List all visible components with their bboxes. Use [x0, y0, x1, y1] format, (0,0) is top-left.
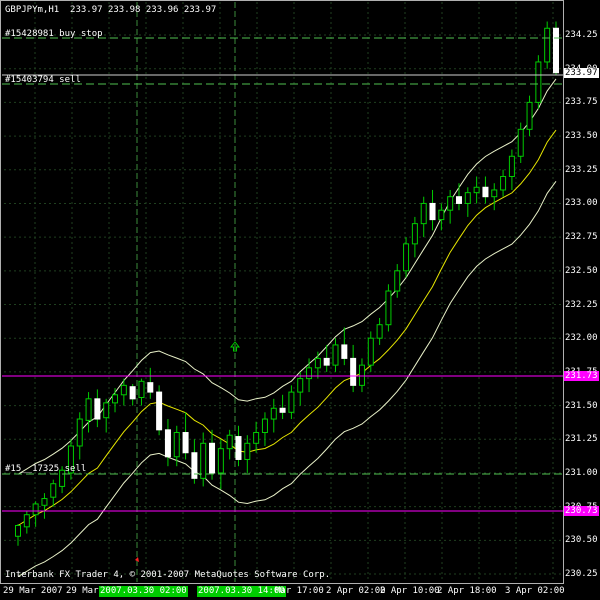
- price-tick-label: 231.25: [565, 434, 598, 445]
- candle-body: [270, 407, 277, 420]
- candle-body: [85, 398, 92, 421]
- candle-body: [138, 380, 145, 398]
- candle-body: [182, 432, 189, 454]
- period-tag: 2007.03.30 14:00: [197, 586, 286, 597]
- candle-body: [420, 202, 427, 225]
- candle-body: [332, 344, 339, 366]
- time-label: 2 Apr 02:00: [326, 586, 386, 596]
- candle-body: [120, 384, 127, 396]
- price-tick-label: 231.00: [565, 467, 598, 478]
- order-label-buy-stop[interactable]: #15428981 buy stop: [5, 29, 103, 39]
- candle-body: [500, 175, 507, 191]
- price-tick-label: 232.00: [565, 333, 598, 344]
- candle-body: [244, 442, 251, 460]
- candle-body: [491, 189, 498, 198]
- candle-body: [156, 391, 163, 431]
- time-label: 2 Apr 10:00: [380, 586, 440, 596]
- time-label: Mar 17:00: [275, 586, 324, 596]
- candle-body: [429, 202, 436, 221]
- candle-body: [455, 196, 462, 204]
- current-price-tag: 233.97: [564, 68, 599, 78]
- price-tick-label: 232.75: [565, 232, 598, 243]
- level-low-tag: 230.73: [564, 506, 599, 516]
- price-tick-label: 230.25: [565, 569, 598, 579]
- candle-body: [217, 448, 224, 474]
- candle-body: [41, 498, 48, 506]
- price-tick-label: 233.75: [565, 97, 598, 108]
- candle-body: [253, 432, 260, 444]
- candle-body: [553, 27, 559, 74]
- price-tick-label: 231.50: [565, 400, 598, 411]
- candle-body: [314, 357, 321, 369]
- chart-header: GBPJPYm,H1 233.97 233.98 233.96 233.97: [5, 5, 216, 15]
- candle-body: [50, 483, 57, 498]
- time-label: 2 Apr 18:00: [437, 586, 497, 596]
- candle-body: [261, 418, 268, 434]
- candle-body: [288, 391, 295, 413]
- candle-body: [112, 394, 119, 404]
- candle-body: [103, 402, 110, 419]
- price-tick-label: 233.50: [565, 131, 598, 142]
- candle-body: [226, 434, 233, 450]
- price-tick-label: 232.50: [565, 265, 598, 276]
- price-tick-label: 232.25: [565, 299, 598, 310]
- candle-body: [473, 186, 480, 194]
- ohlc-values: 233.97 233.98 233.96 233.97: [70, 5, 217, 15]
- price-tick-label: 234.25: [565, 30, 598, 40]
- candle-body: [517, 128, 524, 157]
- price-tick-label: 233.25: [565, 164, 598, 175]
- candle-body: [297, 378, 304, 393]
- candle-body: [200, 442, 207, 479]
- candle-body: [376, 324, 383, 339]
- candle-body: [129, 386, 136, 400]
- candle-body: [235, 436, 242, 460]
- candle-body: [76, 418, 83, 447]
- candle-body: [173, 432, 180, 458]
- copyright-footer: Interbank FX Trader 4, © 2001-2007 MetaQ…: [5, 570, 331, 580]
- candle-body: [323, 357, 330, 366]
- symbol-timeframe: GBPJPYm,H1: [5, 5, 60, 15]
- candle-body: [544, 27, 551, 63]
- period-tag: 2007.03.30 02:00: [99, 586, 188, 597]
- candle-body: [411, 223, 418, 245]
- candle-body: [447, 196, 454, 211]
- order-label-sell-2[interactable]: #15__17325 sell: [5, 464, 86, 474]
- candle-body: [306, 367, 313, 380]
- candle-body: [438, 209, 445, 221]
- candle-body: [403, 243, 410, 272]
- candle-body: [209, 442, 216, 474]
- candle-body: [385, 290, 392, 326]
- price-tick-label: 230.50: [565, 535, 598, 546]
- time-label: 29 Mar: [66, 586, 99, 596]
- candle-body: [94, 398, 101, 420]
- candle-body: [341, 344, 348, 359]
- candle-body: [279, 407, 286, 413]
- candle-body: [394, 270, 401, 292]
- time-label: 29 Mar 2007: [3, 586, 63, 596]
- candle-body: [464, 192, 471, 204]
- candle-body: [508, 155, 515, 177]
- candle-body: [482, 186, 489, 198]
- candle-body: [358, 364, 365, 386]
- candle-body: [23, 514, 30, 528]
- level-high-tag: 231.73: [564, 371, 599, 381]
- time-label: 3 Apr 02:00: [505, 586, 565, 596]
- price-tick-label: 233.00: [565, 198, 598, 209]
- candle-body: [535, 61, 542, 103]
- candle-body: [147, 382, 154, 393]
- price-chart[interactable]: [0, 0, 600, 600]
- candle-body: [350, 357, 357, 386]
- candle-body: [526, 101, 533, 130]
- candle-body: [15, 524, 21, 537]
- candle-body: [367, 337, 374, 366]
- candle-body: [164, 429, 171, 458]
- candle-body: [32, 503, 39, 516]
- order-label-sell-1[interactable]: #15403794 sell: [5, 75, 81, 85]
